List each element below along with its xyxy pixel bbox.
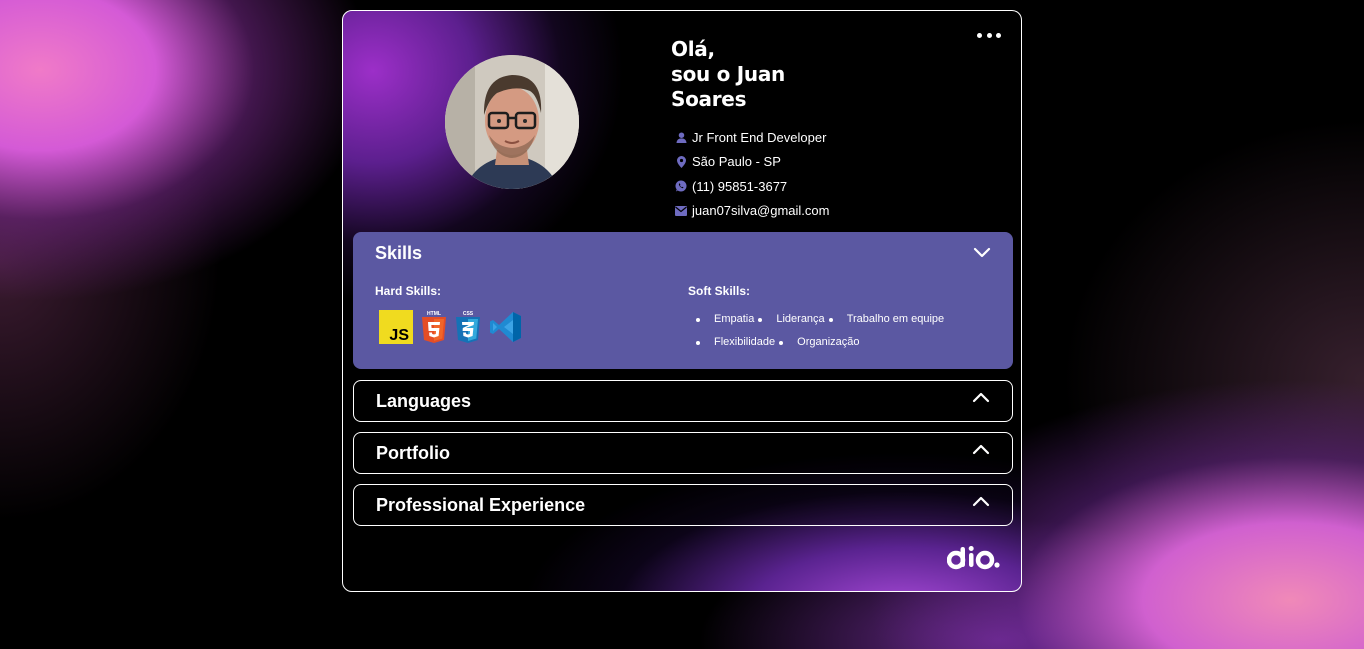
info-email-text: juan07silva@gmail.com (692, 203, 830, 219)
greeting-heading: Olá, sou o Juan Soares (671, 37, 785, 112)
professional-experience-section: Professional Experience (353, 484, 1013, 526)
contact-info-list: Jr Front End Developer São Paulo - SP (1… (675, 125, 829, 223)
chevron-up-icon[interactable] (972, 443, 990, 457)
more-horizontal-icon[interactable] (977, 31, 1001, 39)
info-phone: (11) 95851-3677 (675, 174, 829, 199)
soft-skills: Soft Skills: Empatia Liderança Trabalho … (688, 284, 1008, 350)
info-role-text: Jr Front End Developer (692, 129, 827, 145)
languages-title: Languages (376, 390, 472, 411)
profile-card: Olá, sou o Juan Soares Jr Front End Deve… (342, 10, 1022, 592)
soft-skill-item: Flexibilidade (696, 335, 775, 350)
whatsapp-icon (675, 180, 687, 192)
chevron-down-icon[interactable] (973, 245, 991, 259)
avatar (445, 55, 579, 189)
soft-skill-item: Liderança (758, 312, 825, 327)
javascript-icon-label: JS (389, 327, 409, 344)
info-email: juan07silva@gmail.com (675, 199, 829, 224)
soft-skill-item: Empatia (696, 312, 754, 327)
css3-icon: CSS (456, 311, 480, 343)
info-location: São Paulo - SP (675, 150, 829, 175)
languages-section: Languages (353, 380, 1013, 422)
soft-skill-item: Organização (779, 335, 860, 350)
location-pin-icon (675, 155, 687, 168)
javascript-icon: JS (379, 310, 413, 344)
languages-header[interactable]: Languages (354, 381, 1012, 421)
soft-skills-title: Soft Skills: (688, 284, 751, 298)
portfolio-title: Portfolio (376, 442, 450, 463)
greeting-line3: Soares (671, 87, 747, 111)
professional-experience-header[interactable]: Professional Experience (354, 485, 1012, 525)
vscode-icon (490, 312, 521, 342)
html5-badge-text: HTML (427, 311, 441, 317)
mail-icon (675, 205, 687, 217)
chevron-up-icon[interactable] (972, 391, 990, 405)
portfolio-section: Portfolio (353, 432, 1013, 474)
hard-skills: Hard Skills: JS HTML CSS (375, 284, 523, 344)
css3-badge-text: CSS (463, 311, 474, 317)
portfolio-header[interactable]: Portfolio (354, 433, 1012, 473)
chevron-up-icon[interactable] (972, 495, 990, 509)
info-phone-text: (11) 95851-3677 (692, 178, 788, 194)
professional-experience-title: Professional Experience (376, 494, 586, 515)
greeting-line2: sou o Juan (671, 62, 785, 86)
user-icon (675, 131, 687, 143)
skills-section: Skills Hard Skills: JS HTML CSS Soft Ski… (353, 232, 1013, 369)
html5-icon: HTML (422, 311, 446, 343)
info-role: Jr Front End Developer (675, 125, 829, 150)
soft-skills-list: Empatia Liderança Trabalho em equipe Fle… (688, 312, 996, 350)
greeting-line1: Olá, (671, 37, 715, 61)
info-location-text: São Paulo - SP (692, 154, 781, 170)
skills-title: Skills (375, 242, 423, 263)
skills-header[interactable]: Skills (353, 232, 1013, 274)
dio-logo (947, 546, 1000, 570)
hard-skills-title: Hard Skills: (375, 284, 442, 298)
soft-skill-item: Trabalho em equipe (828, 312, 944, 327)
